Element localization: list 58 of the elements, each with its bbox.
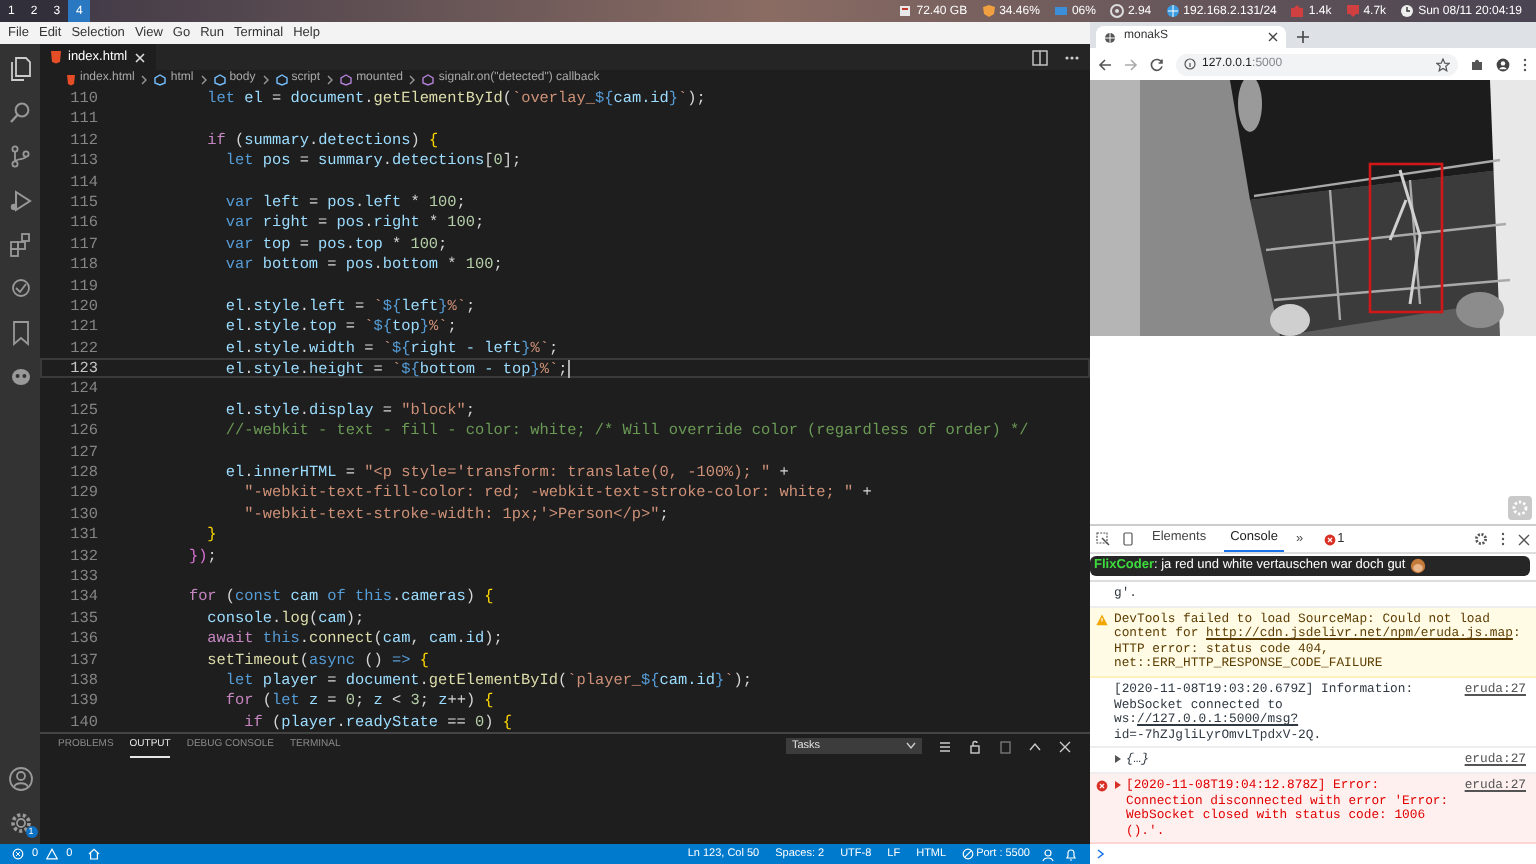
feedback-icon[interactable]	[1042, 847, 1056, 861]
element-icon	[213, 73, 226, 85]
chevron-right-icon	[140, 73, 149, 85]
split-editor-icon[interactable]	[1032, 49, 1048, 65]
files-icon[interactable]	[7, 56, 33, 82]
run-debug-icon[interactable]	[7, 188, 33, 214]
prompt-icon	[1096, 848, 1106, 861]
chevron-right-icon	[408, 73, 417, 85]
chevron-right-icon	[261, 73, 270, 85]
reload-icon[interactable]	[1150, 57, 1164, 71]
element-icon	[154, 73, 167, 85]
inspect-icon[interactable]	[1096, 532, 1110, 546]
element-icon	[275, 73, 288, 85]
clock-icon	[1400, 4, 1415, 18]
account-icon[interactable]	[7, 766, 33, 792]
alien-icon[interactable]	[7, 364, 33, 390]
globe-icon	[1165, 4, 1180, 18]
error-icon	[1323, 533, 1336, 545]
chevron-right-icon	[326, 73, 335, 85]
source-control-icon[interactable]	[7, 144, 33, 170]
close-icon[interactable]	[1268, 32, 1278, 42]
expand-arrow-icon[interactable]	[1114, 779, 1122, 790]
star-icon[interactable]	[1436, 57, 1450, 71]
error-icon	[1096, 779, 1108, 792]
lock-icon[interactable]	[968, 739, 982, 753]
bookmark-icon[interactable]	[7, 320, 33, 346]
home-icon[interactable]	[88, 848, 101, 860]
shield-icon	[981, 4, 996, 18]
copy-icon[interactable]	[998, 739, 1012, 753]
new-tab-icon[interactable]	[1296, 30, 1310, 44]
cube-icon	[340, 73, 353, 85]
warning-icon	[1096, 613, 1108, 626]
kebab-menu-icon[interactable]	[1500, 532, 1506, 546]
bell-icon[interactable]	[1064, 847, 1078, 861]
cube-icon	[422, 73, 435, 85]
close-icon[interactable]	[1518, 533, 1530, 545]
chevron-down-icon	[906, 742, 916, 750]
info-icon	[1184, 58, 1196, 70]
text-cursor	[567, 360, 570, 379]
emoji-icon	[1409, 558, 1426, 574]
back-icon[interactable]	[1098, 57, 1112, 71]
profile-icon[interactable]	[1496, 57, 1510, 71]
kebab-menu-icon[interactable]	[1522, 57, 1528, 71]
search-icon[interactable]	[7, 100, 33, 126]
upload-icon	[1290, 4, 1305, 18]
device-icon[interactable]	[1122, 532, 1134, 546]
list-icon[interactable]	[938, 739, 952, 753]
globe-icon	[1104, 31, 1116, 43]
download-icon	[1345, 4, 1360, 18]
warning-icon	[46, 848, 59, 860]
extensions-icon[interactable]	[7, 232, 33, 258]
expand-arrow-icon[interactable]	[1114, 754, 1122, 765]
error-icon	[12, 848, 24, 860]
chevron-up-icon[interactable]	[1028, 739, 1042, 753]
settings-icon[interactable]	[7, 810, 33, 836]
settings-icon[interactable]	[1474, 532, 1488, 546]
chevron-right-icon	[199, 73, 208, 85]
blocked-icon	[962, 848, 975, 860]
